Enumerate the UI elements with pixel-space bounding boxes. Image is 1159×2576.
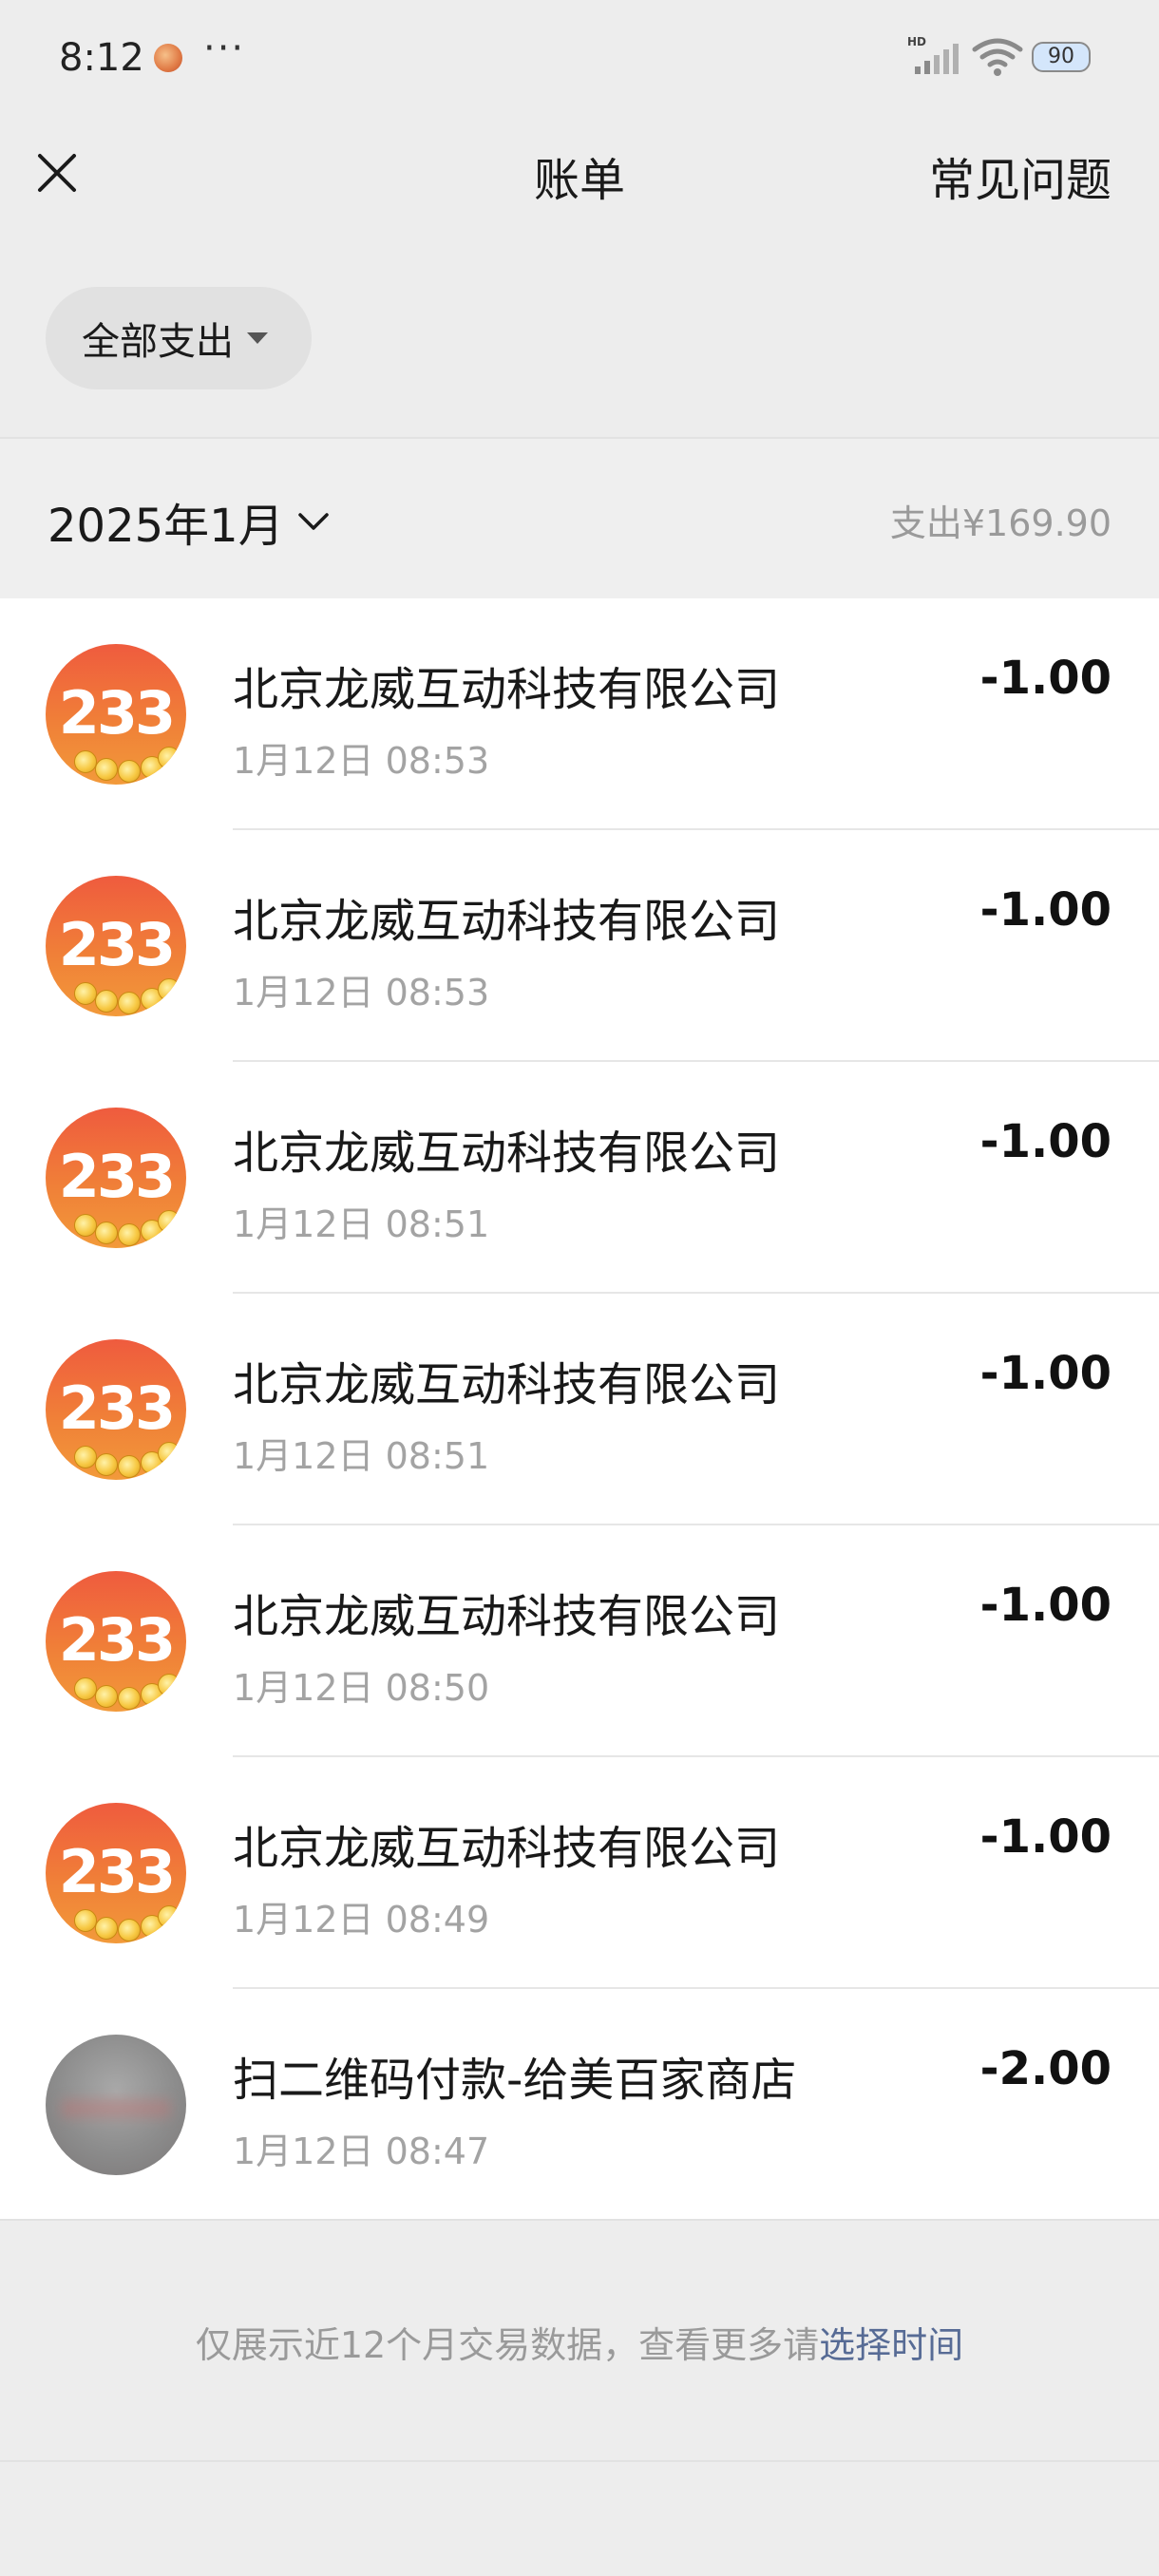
transaction-amount: -1.00	[979, 1810, 1112, 1864]
transaction-time: 1月12日 08:51	[233, 1203, 490, 1245]
wifi-icon	[972, 38, 1023, 76]
network-badge: HD	[907, 35, 926, 48]
expense-filter-dropdown[interactable]: 全部支出	[46, 287, 312, 389]
merchant-name: 北京龙威互动科技有限公司	[233, 895, 781, 948]
transaction-row[interactable]: 233 北京龙威互动科技有限公司 1月12日 08:51 -1.00	[0, 1062, 1159, 1294]
chevron-down-icon	[297, 513, 329, 530]
transaction-time: 1月12日 08:51	[233, 1435, 490, 1477]
merchant-avatar: 233	[46, 1571, 186, 1712]
coin-icon	[74, 1677, 97, 1700]
coin-icon	[118, 1455, 141, 1478]
status-bar: 8:12 ··· HD 90	[0, 0, 1159, 114]
faq-button[interactable]: 常见问题	[929, 142, 1112, 209]
transaction-row[interactable]: 233 北京龙威互动科技有限公司 1月12日 08:53 -1.00	[0, 830, 1159, 1062]
transaction-amount: -1.00	[979, 652, 1112, 705]
transaction-amount: -1.00	[979, 883, 1112, 937]
transaction-row[interactable]: 233 北京龙威互动科技有限公司 1月12日 08:53 -1.00	[0, 598, 1159, 830]
coin-icon	[118, 760, 141, 783]
merchant-name: 北京龙威互动科技有限公司	[233, 1590, 781, 1643]
transaction-row[interactable]: 233 北京龙威互动科技有限公司 1月12日 08:51 -1.00	[0, 1294, 1159, 1525]
transaction-time: 1月12日 08:49	[233, 1899, 490, 1941]
merchant-avatar-blurred	[46, 2035, 186, 2175]
coin-icon	[74, 982, 97, 1005]
transaction-time: 1月12日 08:47	[233, 2131, 490, 2172]
coin-icon	[95, 1222, 118, 1244]
transaction-time: 1月12日 08:53	[233, 740, 490, 782]
notification-app-icon	[154, 44, 182, 72]
coin-icon	[74, 1214, 97, 1237]
coin-icon	[95, 758, 118, 781]
transaction-row[interactable]: 233 北京龙威互动科技有限公司 1月12日 08:49 -1.00	[0, 1757, 1159, 1989]
coin-icon	[95, 1685, 118, 1708]
coin-icon	[118, 1919, 141, 1941]
coin-icon	[74, 1909, 97, 1932]
coin-icon	[118, 1223, 141, 1246]
status-more-icon: ···	[203, 27, 246, 70]
avatar-text: 233	[58, 1605, 176, 1675]
avatar-text: 233	[58, 1142, 176, 1211]
footer-note: 仅展示近12个月交易数据，查看更多请选择时间	[0, 2316, 1159, 2368]
month-selector[interactable]: 2025年1月	[48, 488, 330, 555]
avatar-text: 233	[58, 678, 176, 748]
transaction-amount: -1.00	[979, 1579, 1112, 1632]
merchant-avatar: 233	[46, 1339, 186, 1480]
filter-label: 全部支出	[82, 320, 234, 364]
transaction-amount: -1.00	[979, 1115, 1112, 1168]
select-time-link[interactable]: 选择时间	[819, 2324, 963, 2366]
transaction-amount: -2.00	[979, 2042, 1112, 2095]
merchant-name: 北京龙威互动科技有限公司	[233, 663, 781, 716]
coin-icon	[74, 750, 97, 773]
month-label: 2025年1月	[48, 500, 284, 553]
transaction-list: 233 北京龙威互动科技有限公司 1月12日 08:53 -1.00 233 北…	[0, 598, 1159, 2221]
coin-icon	[158, 747, 180, 769]
avatar-text: 233	[58, 910, 176, 979]
blurred-logo	[61, 2099, 171, 2118]
merchant-name: 扫二维码付款-给美百家商店	[233, 2054, 797, 2107]
coin-icon	[95, 990, 118, 1013]
divider	[0, 2219, 1159, 2221]
merchant-avatar: 233	[46, 1108, 186, 1248]
coin-icon	[118, 992, 141, 1014]
divider	[0, 2460, 1159, 2462]
coin-icon	[158, 1905, 180, 1928]
caret-down-icon	[247, 332, 268, 344]
transaction-time: 1月12日 08:50	[233, 1667, 490, 1709]
coin-icon	[158, 1210, 180, 1233]
avatar-text: 233	[58, 1373, 176, 1443]
close-icon[interactable]	[34, 150, 80, 196]
signal-icon: HD	[907, 35, 959, 74]
avatar-text: 233	[58, 1837, 176, 1906]
coin-icon	[95, 1917, 118, 1940]
merchant-name: 北京龙威互动科技有限公司	[233, 1358, 781, 1411]
coin-icon	[95, 1453, 118, 1476]
transaction-row[interactable]: 扫二维码付款-给美百家商店 1月12日 08:47 -2.00	[0, 1989, 1159, 2221]
coin-icon	[158, 978, 180, 1001]
merchant-avatar: 233	[46, 1803, 186, 1943]
transaction-amount: -1.00	[979, 1347, 1112, 1400]
month-expense-total: 支出¥169.90	[889, 502, 1112, 544]
transaction-time: 1月12日 08:53	[233, 972, 490, 1013]
month-header: 2025年1月 支出¥169.90	[0, 439, 1159, 598]
merchant-avatar: 233	[46, 876, 186, 1016]
merchant-name: 北京龙威互动科技有限公司	[233, 1127, 781, 1180]
merchant-avatar: 233	[46, 644, 186, 785]
coin-icon	[158, 1442, 180, 1465]
merchant-name: 北京龙威互动科技有限公司	[233, 1822, 781, 1875]
coin-icon	[158, 1674, 180, 1696]
coin-icon	[118, 1687, 141, 1710]
footer-note-text: 仅展示近12个月交易数据，查看更多请	[195, 2324, 820, 2366]
status-time: 8:12	[59, 36, 144, 80]
navbar: 账单 常见问题	[0, 114, 1159, 228]
transaction-row[interactable]: 233 北京龙威互动科技有限公司 1月12日 08:50 -1.00	[0, 1525, 1159, 1757]
coin-icon	[74, 1446, 97, 1468]
battery-icon: 90	[1032, 42, 1091, 72]
